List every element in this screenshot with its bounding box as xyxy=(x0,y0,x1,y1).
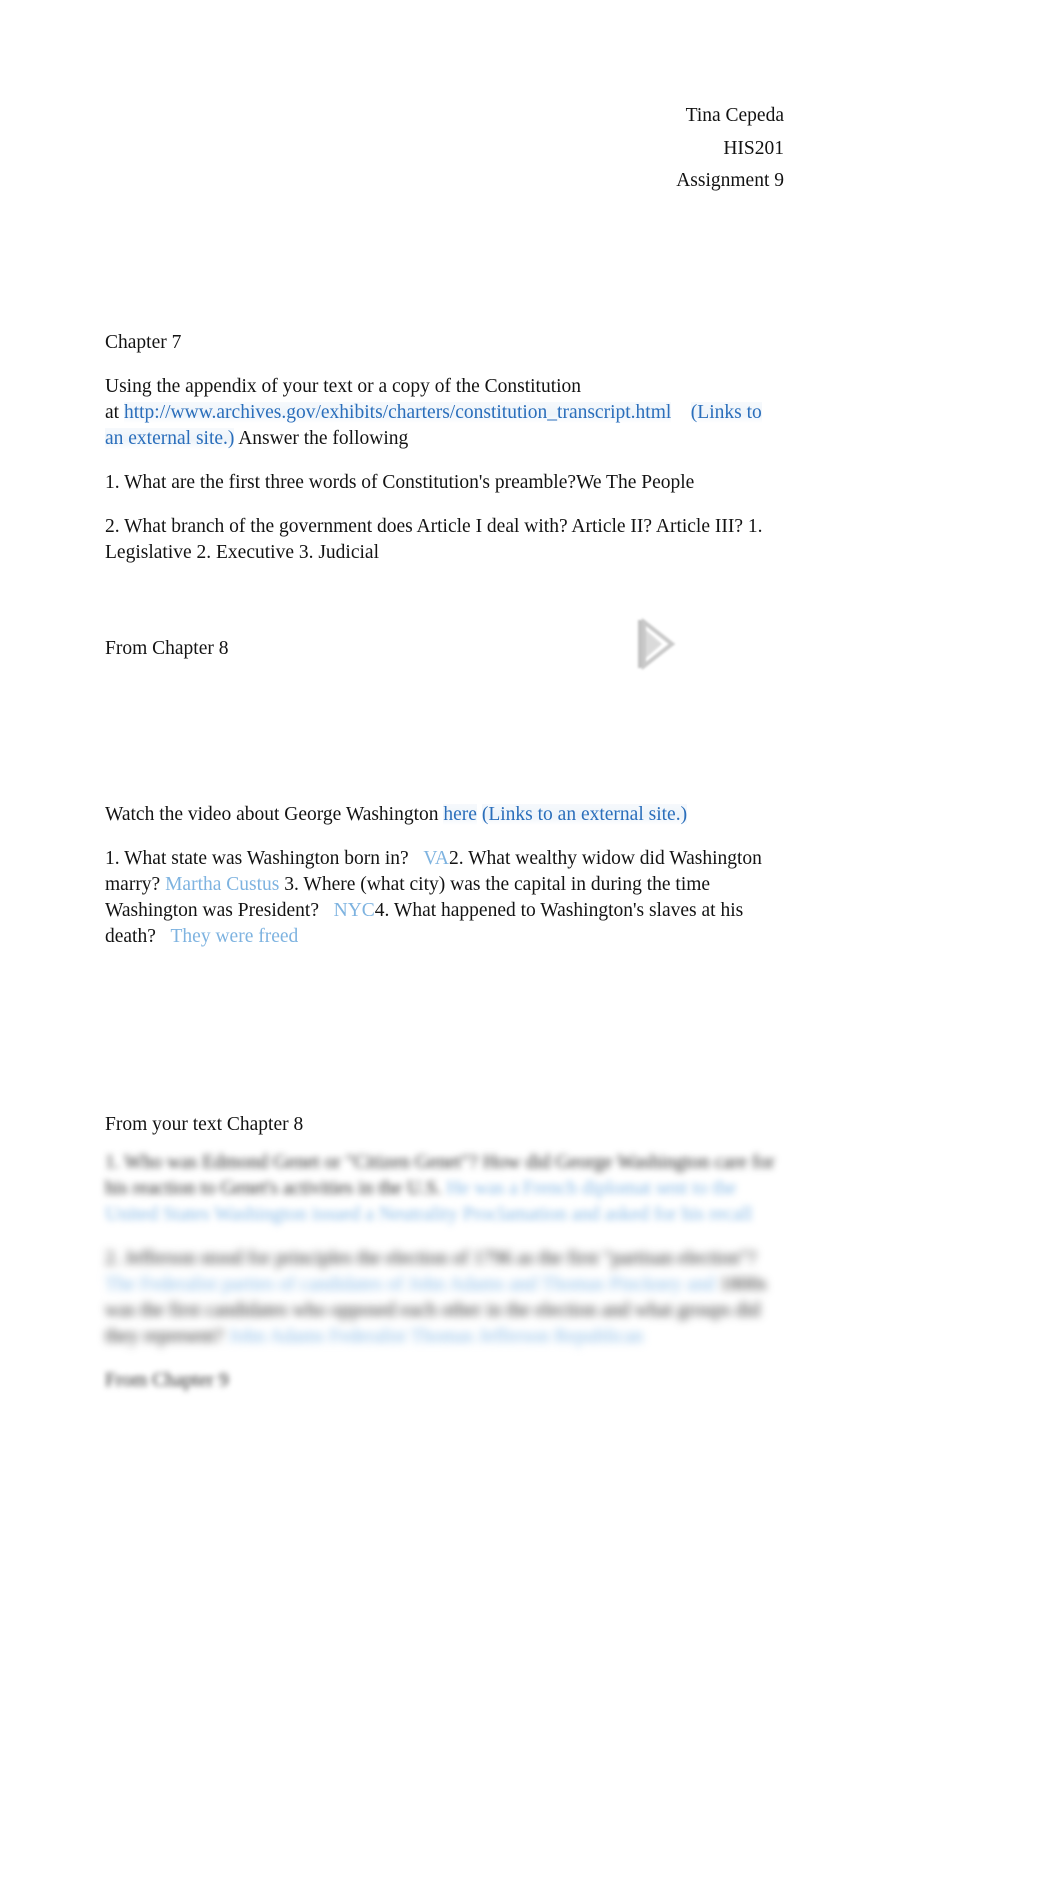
constitution-instructions: Using the appendix of your text or a cop… xyxy=(105,374,784,452)
chapter7-question-2: 2. What branch of the government does Ar… xyxy=(105,516,763,563)
document-body: Chapter 7 Using the appendix of your tex… xyxy=(105,330,784,1412)
blurred-q2-answer-a: The Federalist parties of candidates of … xyxy=(105,1274,715,1295)
blurred-question-1: 1. Who was Edmond Genet or "Citizen Gene… xyxy=(105,1150,784,1228)
video-answer-3: NYC xyxy=(333,900,375,921)
spacer-video xyxy=(105,680,784,802)
watch-video-line: Watch the video about George Washington … xyxy=(105,802,784,828)
video-answer-4: They were freed xyxy=(170,926,299,947)
header-line-assignment: Assignment 9 xyxy=(676,170,784,191)
video-here-link[interactable]: here xyxy=(443,804,477,825)
blurred-section: 1. Who was Edmond Genet or "Citizen Gene… xyxy=(105,1150,784,1394)
chapter-7-heading: Chapter 7 xyxy=(105,332,182,353)
blurred-q2-answer-c: John Adams Federalist Thomas Jefferson R… xyxy=(228,1326,644,1347)
external-site-label-2[interactable]: (Links to an external site.) xyxy=(481,804,688,825)
header-line-name: Tina Cepeda xyxy=(685,105,784,126)
chapter7-question-1: 1. What are the first three words of Con… xyxy=(105,472,695,493)
video-question-1: 1. What state was Washington born in? xyxy=(105,848,409,869)
blurred-q2-text: 2. Jefferson stood for principles the el… xyxy=(105,1248,757,1269)
blurred-q1-answer-b: Washington issued a Neutrality Proclamat… xyxy=(214,1204,753,1225)
document-header: Tina Cepeda HIS201 Assignment 9 xyxy=(105,100,784,198)
video-answer-2: Martha Custus xyxy=(165,874,280,895)
video-answer-1: VA xyxy=(423,848,449,869)
blurred-question-2: 2. Jefferson stood for principles the el… xyxy=(105,1246,784,1350)
instructions-lead: Using the appendix of your text or a cop… xyxy=(105,376,582,397)
watch-video-prefix: Watch the video about George Washington xyxy=(105,804,444,825)
instructions-trailing: Answer the following xyxy=(234,428,409,449)
instructions-at: at xyxy=(105,402,124,423)
chapter-8-heading: From Chapter 8 xyxy=(105,638,229,659)
document-page: Tina Cepeda HIS201 Assignment 9 Chapter … xyxy=(0,0,1062,1885)
blurred-chapter-9-heading: From Chapter 9 xyxy=(105,1370,229,1391)
header-line-course: HIS201 xyxy=(723,137,784,159)
text-chapter-8-heading: From your text Chapter 8 xyxy=(105,1114,304,1135)
video-questions: 1. What state was Washington born in? VA… xyxy=(105,846,784,950)
constitution-url-link[interactable]: http://www.archives.gov/exhibits/charter… xyxy=(123,402,672,423)
